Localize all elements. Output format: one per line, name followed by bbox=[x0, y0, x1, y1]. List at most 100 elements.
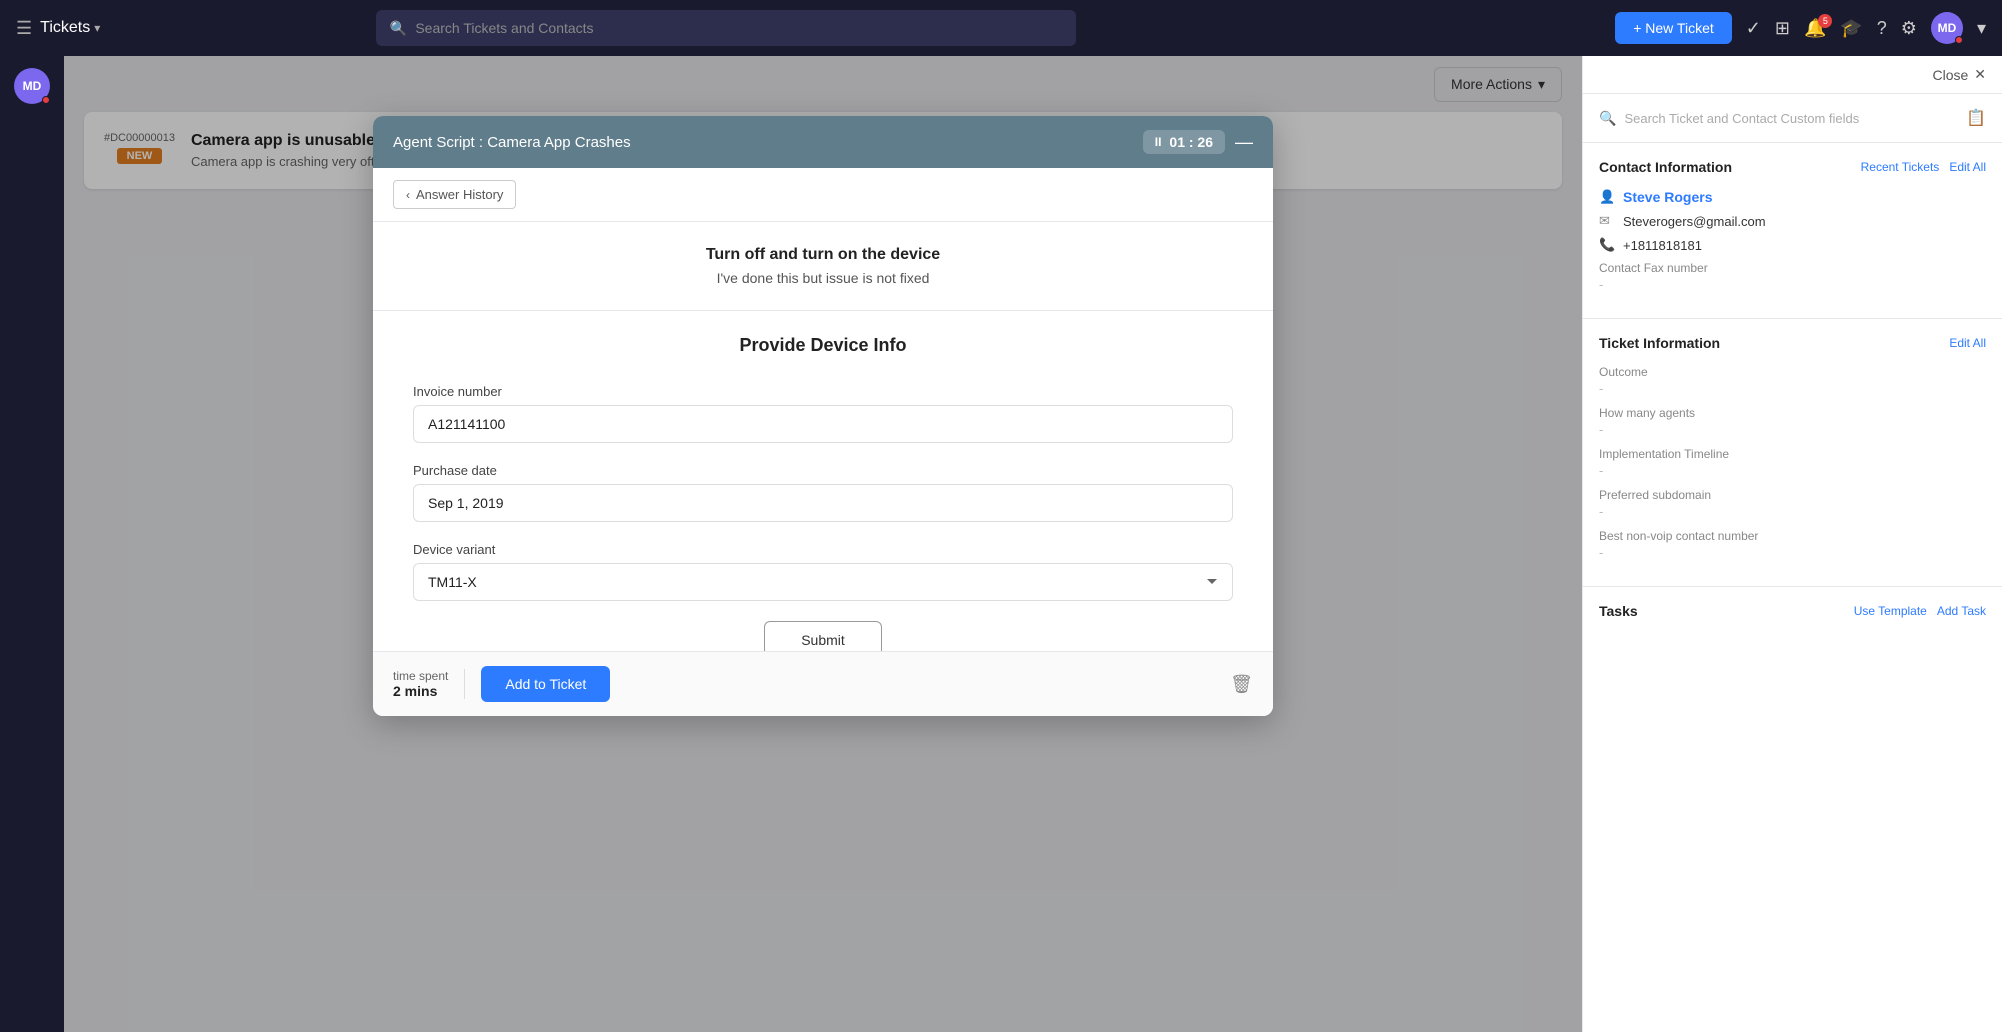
person-icon: 👤 bbox=[1599, 189, 1615, 205]
modal-footer: time spent 2 mins Add to Ticket 🗑 bbox=[373, 651, 1273, 716]
add-to-ticket-button[interactable]: Add to Ticket bbox=[481, 666, 610, 702]
contact-info-title: Contact Information bbox=[1599, 159, 1732, 175]
device-variant-field-group: Device variant TM11-X TM11-Y TM11-Z bbox=[413, 542, 1233, 601]
contact-phone-row: 📞 +1811818181 bbox=[1599, 237, 1986, 253]
step-description: I've done this but issue is not fixed bbox=[393, 270, 1253, 286]
purchase-date-field-group: Purchase date bbox=[413, 463, 1233, 522]
timer-value: 01 : 26 bbox=[1169, 134, 1213, 150]
invoice-input[interactable] bbox=[413, 405, 1233, 443]
modal-title: Agent Script : Camera App Crashes bbox=[393, 134, 631, 151]
how-many-agents-label: How many agents bbox=[1599, 406, 1986, 420]
contact-email-row: ✉ Steverogers@gmail.com bbox=[1599, 213, 1986, 229]
agent-script-modal: Agent Script : Camera App Crashes II 01 … bbox=[373, 116, 1273, 716]
edit-all-contact-link[interactable]: Edit All bbox=[1949, 160, 1986, 174]
recent-tickets-link[interactable]: Recent Tickets bbox=[1861, 160, 1940, 174]
ticket-info-header: Ticket Information Edit All bbox=[1599, 335, 1986, 351]
right-panel-search: 🔍 📋 bbox=[1583, 94, 2002, 143]
tasks-title: Tasks bbox=[1599, 603, 1638, 619]
nav-left: ☰ Tickets ▾ bbox=[16, 18, 100, 39]
sidebar-avatar-dot bbox=[42, 96, 50, 104]
time-spent-label: time spent bbox=[393, 669, 448, 683]
ticket-info-panel: Ticket Information Edit All Outcome - Ho… bbox=[1583, 319, 2002, 587]
how-many-agents-row: How many agents - bbox=[1599, 406, 1986, 437]
tasks-actions: Use Template Add Task bbox=[1854, 604, 1986, 618]
purchase-date-label: Purchase date bbox=[413, 463, 1233, 478]
preferred-subdomain-value: - bbox=[1599, 504, 1986, 519]
device-variant-label: Device variant bbox=[413, 542, 1233, 557]
implementation-label: Implementation Timeline bbox=[1599, 447, 1986, 461]
invoice-label: Invoice number bbox=[413, 384, 1233, 399]
outcome-label: Outcome bbox=[1599, 365, 1986, 379]
invoice-field-group: Invoice number bbox=[413, 384, 1233, 443]
how-many-agents-value: - bbox=[1599, 422, 1986, 437]
grid-icon[interactable]: ⊞ bbox=[1775, 18, 1790, 39]
edit-all-ticket-link[interactable]: Edit All bbox=[1949, 336, 1986, 350]
contact-fax-label: Contact Fax number bbox=[1599, 261, 1986, 275]
preferred-subdomain-label: Preferred subdomain bbox=[1599, 488, 1986, 502]
contact-info-header: Contact Information Recent Tickets Edit … bbox=[1599, 159, 1986, 175]
add-task-link[interactable]: Add Task bbox=[1937, 604, 1986, 618]
preferred-subdomain-row: Preferred subdomain - bbox=[1599, 488, 1986, 519]
avatar[interactable]: MD bbox=[1931, 12, 1963, 44]
form-heading: Provide Device Info bbox=[413, 335, 1233, 356]
title-chevron-icon: ▾ bbox=[94, 21, 100, 35]
right-search-input[interactable] bbox=[1624, 111, 1958, 126]
implementation-value: - bbox=[1599, 463, 1986, 478]
contact-email: Steverogers@gmail.com bbox=[1623, 214, 1766, 229]
search-bar[interactable]: 🔍 bbox=[376, 10, 1076, 46]
phone-icon: 📞 bbox=[1599, 237, 1615, 253]
cap-icon[interactable]: 🎓 bbox=[1840, 18, 1862, 39]
answer-history-bar: ‹ Answer History bbox=[373, 168, 1273, 222]
answer-history-button[interactable]: ‹ Answer History bbox=[393, 180, 516, 209]
new-ticket-button[interactable]: + New Ticket bbox=[1615, 12, 1732, 44]
best-nonvoip-label: Best non-voip contact number bbox=[1599, 529, 1986, 543]
contact-name[interactable]: Steve Rogers bbox=[1623, 189, 1712, 205]
contact-info-actions: Recent Tickets Edit All bbox=[1861, 160, 1986, 174]
tasks-panel: Tasks Use Template Add Task bbox=[1583, 587, 2002, 643]
use-template-link[interactable]: Use Template bbox=[1854, 604, 1927, 618]
implementation-row: Implementation Timeline - bbox=[1599, 447, 1986, 478]
modal-overlay: Agent Script : Camera App Crashes II 01 … bbox=[64, 56, 1582, 1032]
hamburger-icon[interactable]: ☰ bbox=[16, 18, 32, 39]
clipboard-icon[interactable]: 📋 bbox=[1966, 108, 1986, 128]
submit-button[interactable]: Submit bbox=[764, 621, 882, 651]
right-search-icon: 🔍 bbox=[1599, 110, 1616, 127]
contact-fax-value: - bbox=[1599, 277, 1986, 292]
modal-header: Agent Script : Camera App Crashes II 01 … bbox=[373, 116, 1273, 168]
back-icon: ‹ bbox=[406, 188, 410, 202]
time-spent-value: 2 mins bbox=[393, 683, 448, 699]
best-nonvoip-row: Best non-voip contact number - bbox=[1599, 529, 1986, 560]
submit-row: Submit bbox=[413, 621, 1233, 651]
tasks-header: Tasks Use Template Add Task bbox=[1599, 603, 1986, 619]
outcome-row: Outcome - bbox=[1599, 365, 1986, 396]
close-icon: ✕ bbox=[1974, 66, 1986, 83]
notification-badge: 5 bbox=[1818, 14, 1832, 28]
contact-info-panel: Contact Information Recent Tickets Edit … bbox=[1583, 143, 2002, 319]
right-panel: Close ✕ 🔍 📋 Contact Information Recent T… bbox=[1582, 56, 2002, 1032]
app-title[interactable]: Tickets ▾ bbox=[40, 19, 100, 37]
device-variant-select[interactable]: TM11-X TM11-Y TM11-Z bbox=[413, 563, 1233, 601]
top-navigation: ☰ Tickets ▾ 🔍 + New Ticket ✓ ⊞ 🔔 5 🎓 ? ⚙… bbox=[0, 0, 2002, 56]
dropdown-chevron-icon[interactable]: ▾ bbox=[1977, 18, 1986, 39]
pause-icon: II bbox=[1155, 135, 1162, 149]
step-content: Turn off and turn on the device I've don… bbox=[373, 222, 1273, 311]
purchase-date-input[interactable] bbox=[413, 484, 1233, 522]
avatar-status-dot bbox=[1955, 36, 1963, 44]
settings-icon[interactable]: ⚙ bbox=[1901, 18, 1917, 39]
contact-name-row: 👤 Steve Rogers bbox=[1599, 189, 1986, 205]
modal-minimize-button[interactable]: — bbox=[1235, 132, 1253, 153]
search-icon: 🔍 bbox=[390, 20, 407, 37]
close-button[interactable]: Close ✕ bbox=[1932, 66, 1986, 83]
form-section: Provide Device Info Invoice number Purch… bbox=[373, 311, 1273, 651]
search-input[interactable] bbox=[415, 20, 1062, 36]
checkmark-icon[interactable]: ✓ bbox=[1746, 18, 1761, 39]
modal-body: ‹ Answer History Turn off and turn on th… bbox=[373, 168, 1273, 651]
delete-icon[interactable]: 🗑 bbox=[1230, 674, 1253, 695]
modal-timer: II 01 : 26 bbox=[1143, 130, 1225, 154]
sidebar-avatar[interactable]: MD bbox=[14, 68, 50, 104]
notifications-icon[interactable]: 🔔 5 bbox=[1804, 18, 1826, 39]
best-nonvoip-value: - bbox=[1599, 545, 1986, 560]
help-icon[interactable]: ? bbox=[1877, 18, 1887, 39]
ticket-area: More Actions ▾ #DC00000013 NEW Camera ap… bbox=[64, 56, 1582, 1032]
ticket-info-title: Ticket Information bbox=[1599, 335, 1720, 351]
